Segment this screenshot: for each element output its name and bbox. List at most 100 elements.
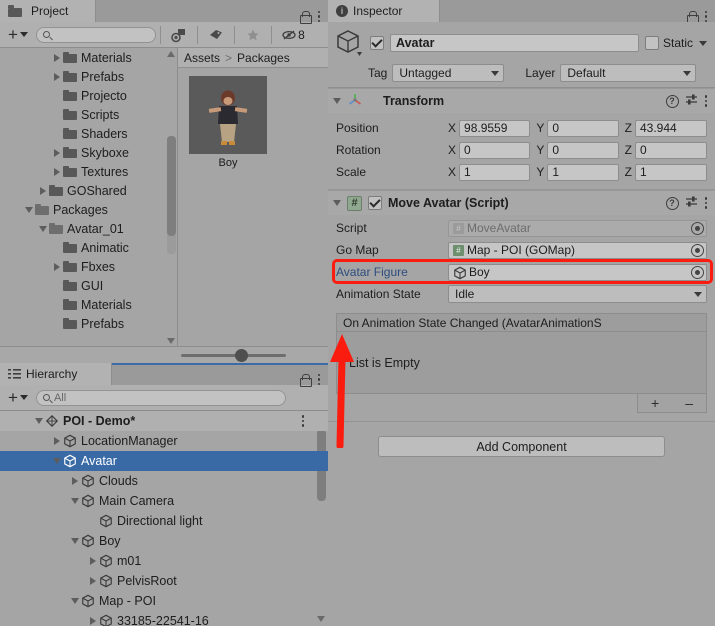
hierarchy-tree[interactable]: POI - Demo* LocationManager Avatar Clouds Ma… <box>0 411 328 626</box>
gameobject-enabled-checkbox[interactable] <box>370 36 384 50</box>
favorites-star-icon[interactable] <box>239 24 267 46</box>
slider-knob[interactable] <box>235 348 248 362</box>
project-search-input[interactable] <box>35 26 156 43</box>
twisty[interactable] <box>86 577 99 585</box>
preset-icon-moveavatar[interactable] <box>685 195 699 212</box>
hierarchy-row[interactable]: 33185-22541-16 <box>0 611 328 626</box>
event-list[interactable]: List is Empty <box>336 332 707 394</box>
transform-rotation-z-input[interactable]: 0 <box>635 141 707 159</box>
project-tree-item[interactable]: Shaders <box>0 124 177 143</box>
expand-triangle-icon[interactable] <box>53 167 60 176</box>
collapse-triangle-icon[interactable] <box>38 225 47 232</box>
twisty[interactable] <box>36 186 49 195</box>
collapse-triangle-icon-moveavatar[interactable] <box>333 200 341 206</box>
twisty[interactable] <box>68 538 81 544</box>
breadcrumb-packages[interactable]: Packages <box>237 51 290 65</box>
transform-scale-y-input[interactable]: 1 <box>547 163 619 181</box>
transform-menu-icon[interactable] <box>704 95 707 107</box>
twisty[interactable] <box>86 617 99 625</box>
move-avatar-enabled-checkbox[interactable] <box>368 196 382 210</box>
project-tree-item[interactable]: Projecto <box>0 86 177 105</box>
transform-position-z-input[interactable]: 43.944 <box>635 119 707 137</box>
event-add-button[interactable]: + <box>651 395 659 411</box>
expand-triangle-icon[interactable] <box>53 72 60 81</box>
hidden-items-icon[interactable]: 8 <box>276 24 310 46</box>
collapse-triangle-icon[interactable] <box>70 498 79 504</box>
object-picker-icon[interactable] <box>691 265 704 279</box>
twisty[interactable] <box>50 167 63 176</box>
transform-position-y-input[interactable]: 0 <box>547 119 619 137</box>
tab-project[interactable]: Project <box>0 0 96 22</box>
help-icon-transform[interactable]: ? <box>665 94 679 108</box>
inspector-menu-icon[interactable] <box>704 10 707 22</box>
move-avatar-header[interactable]: # Move Avatar (Script) ? <box>328 191 715 215</box>
expand-triangle-icon[interactable] <box>53 437 60 445</box>
twisty[interactable] <box>50 262 63 271</box>
hierarchy-row[interactable]: Map - POI <box>0 591 328 611</box>
project-tree-item[interactable]: GUI <box>0 276 177 295</box>
project-create-button[interactable]: + <box>4 26 32 43</box>
twisty[interactable] <box>50 53 63 62</box>
lock-icon-hierarchy[interactable] <box>299 373 312 387</box>
static-dropdown-caret-icon[interactable] <box>699 40 707 46</box>
twisty[interactable] <box>50 148 63 157</box>
transform-scale-z-input[interactable]: 1 <box>635 163 707 181</box>
hierarchy-row[interactable]: Directional light <box>0 511 328 531</box>
hierarchy-search-input[interactable]: All <box>35 389 286 406</box>
lock-icon[interactable] <box>299 10 312 24</box>
twisty[interactable] <box>36 225 49 232</box>
go-map-object-field[interactable]: # Map - POI (GOMap) <box>448 241 707 259</box>
transform-rotation-y-input[interactable]: 0 <box>547 141 619 159</box>
expand-triangle-icon[interactable] <box>71 477 78 485</box>
packages-filter-icon[interactable] <box>165 24 193 46</box>
collapse-triangle-icon[interactable] <box>24 206 33 213</box>
expand-triangle-icon[interactable] <box>39 186 46 195</box>
project-tree-scrollbar[interactable] <box>167 136 176 254</box>
collapse-triangle-icon[interactable] <box>34 418 43 424</box>
event-remove-button[interactable]: – <box>685 395 693 411</box>
hierarchy-row[interactable]: POI - Demo* <box>0 411 328 431</box>
help-icon-moveavatar[interactable]: ? <box>665 196 679 210</box>
tree-scroll-down-arrow[interactable] <box>167 338 175 344</box>
transform-position-x-input[interactable]: 98.9559 <box>459 119 531 137</box>
breadcrumb-assets[interactable]: Assets <box>184 51 220 65</box>
twisty[interactable] <box>32 418 45 424</box>
hierarchy-row[interactable]: Clouds <box>0 471 328 491</box>
collapse-triangle-icon[interactable] <box>70 598 79 604</box>
avatar-figure-object-field[interactable]: Boy <box>448 263 707 281</box>
asset-item-boy[interactable]: Boy <box>189 76 267 169</box>
project-menu-icon[interactable] <box>317 10 320 22</box>
expand-triangle-icon[interactable] <box>89 577 96 585</box>
project-tree-item[interactable]: GOShared <box>0 181 177 200</box>
animation-state-dropdown[interactable]: Idle <box>448 285 707 303</box>
hierarchy-row-selected[interactable]: Avatar <box>0 451 328 471</box>
twisty[interactable] <box>68 498 81 504</box>
project-tree-item[interactable]: Materials <box>0 48 177 67</box>
hierarchy-row[interactable]: LocationManager <box>0 431 328 451</box>
transform-header[interactable]: Transform ? <box>328 89 715 113</box>
twisty[interactable] <box>68 598 81 604</box>
tab-hierarchy[interactable]: Hierarchy <box>0 363 112 385</box>
expand-triangle-icon[interactable] <box>89 617 96 625</box>
object-picker-icon[interactable] <box>691 243 704 257</box>
project-tree-item[interactable]: Avatar_01 <box>0 219 177 238</box>
transform-rotation-x-input[interactable]: 0 <box>459 141 531 159</box>
preset-icon-transform[interactable] <box>685 93 699 110</box>
move-avatar-menu-icon[interactable] <box>704 197 707 209</box>
collapse-triangle-icon[interactable] <box>52 458 61 464</box>
scene-menu-icon[interactable] <box>301 415 304 427</box>
hierarchy-row[interactable]: m01 <box>0 551 328 571</box>
project-tree-item[interactable]: Materials <box>0 295 177 314</box>
project-tree-item[interactable]: Textures <box>0 162 177 181</box>
twisty[interactable] <box>50 72 63 81</box>
twisty[interactable] <box>68 477 81 485</box>
tree-scroll-up-arrow[interactable] <box>167 51 175 57</box>
twisty[interactable] <box>50 458 63 464</box>
project-tree-item[interactable]: Animatic <box>0 238 177 257</box>
hierarchy-row[interactable]: PelvisRoot <box>0 571 328 591</box>
project-tree-item[interactable]: Packages <box>0 200 177 219</box>
twisty[interactable] <box>22 206 35 213</box>
layer-dropdown[interactable]: Default <box>560 64 697 82</box>
label-filter-icon[interactable] <box>202 24 230 46</box>
hierarchy-row[interactable]: Main Camera <box>0 491 328 511</box>
